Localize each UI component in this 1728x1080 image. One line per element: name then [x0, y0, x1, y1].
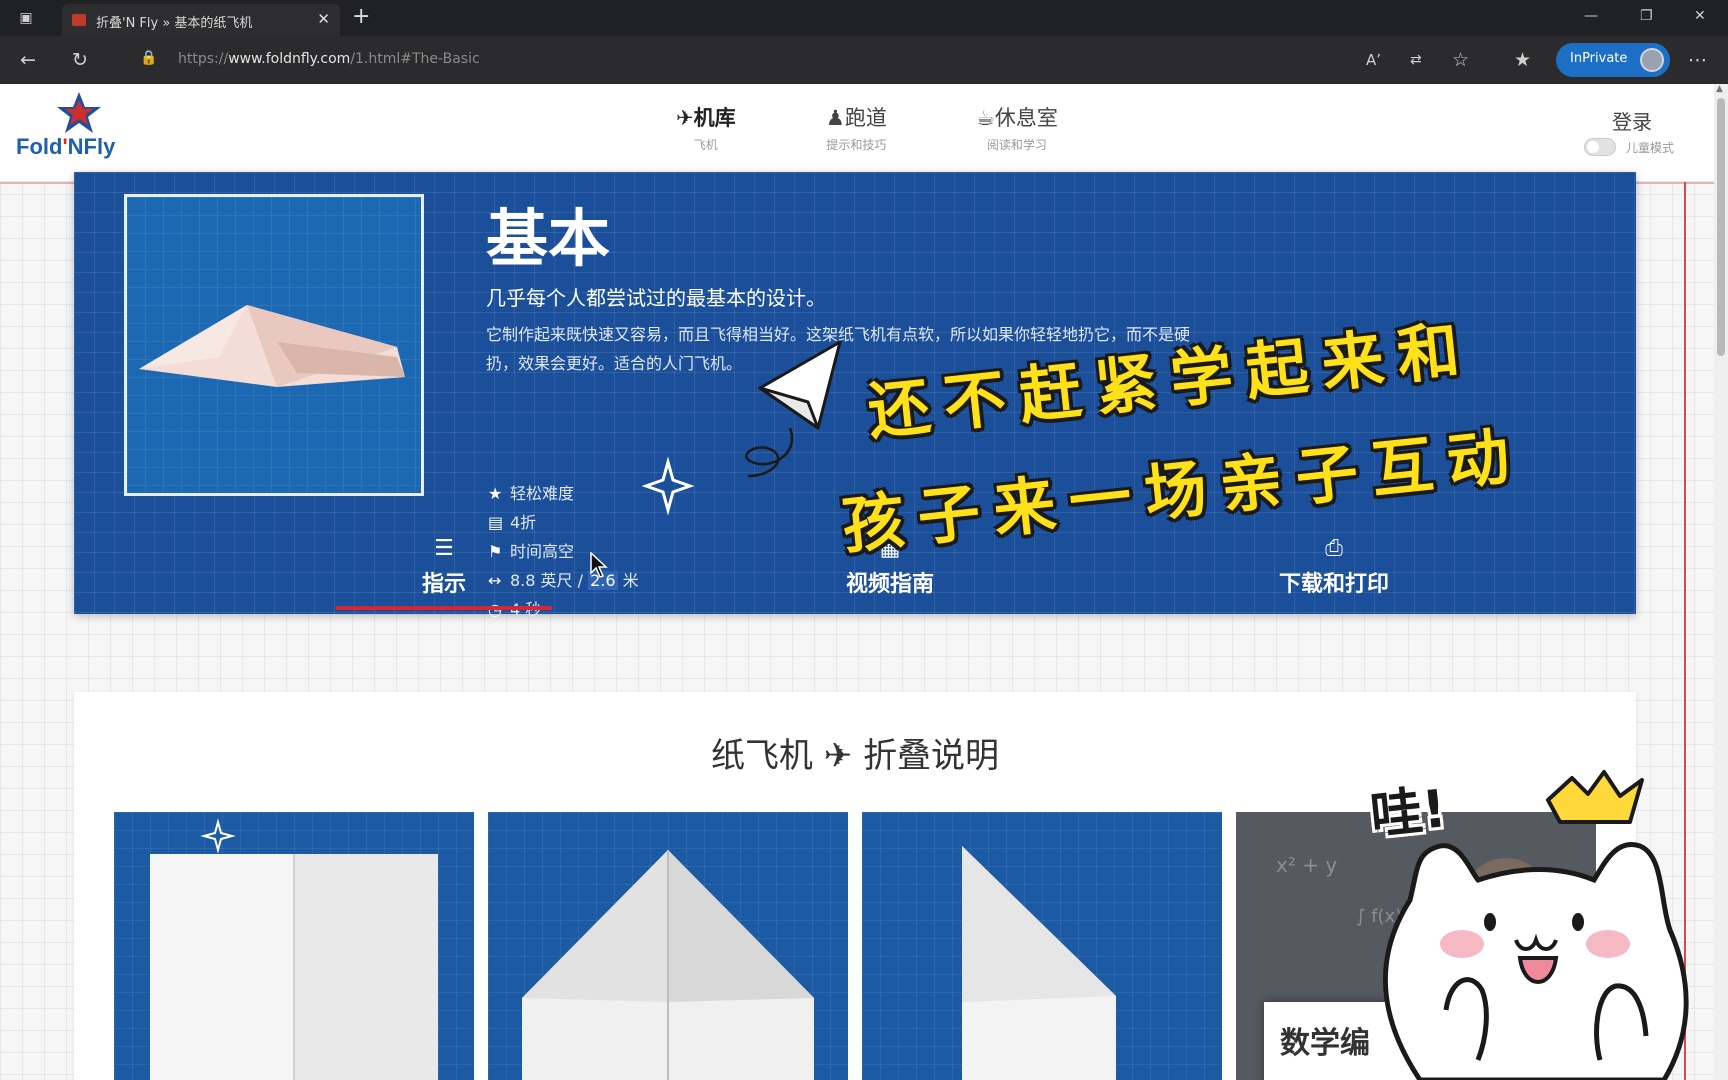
mouse-cursor-icon — [590, 552, 608, 578]
flight-trail-doodle — [745, 427, 794, 478]
crown-doodle — [1546, 770, 1644, 824]
wow-caption: 哇! — [1367, 779, 1450, 847]
sparkle-icon — [200, 818, 236, 854]
paper-plane-doodle — [758, 340, 842, 430]
cat-sticker — [1382, 842, 1689, 1080]
sparkle-icon — [641, 456, 695, 516]
